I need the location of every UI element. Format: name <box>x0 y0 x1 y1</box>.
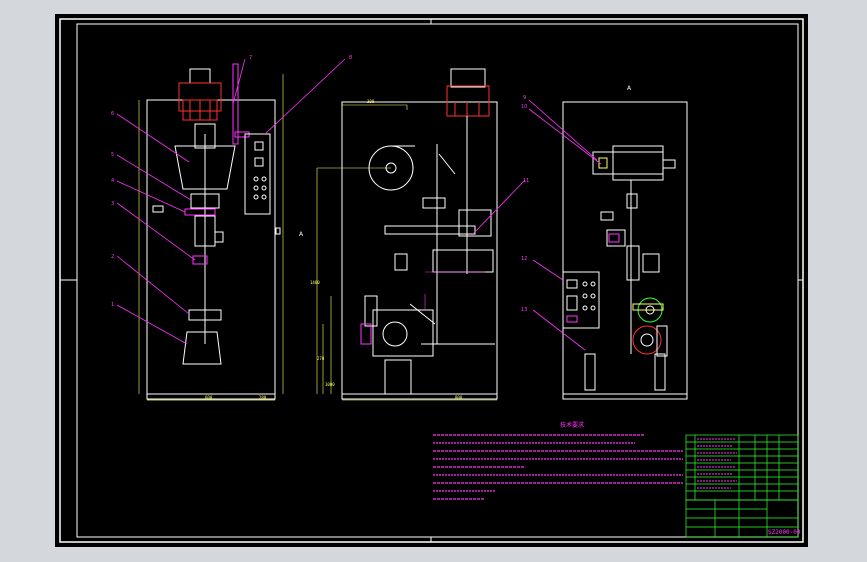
balloon-2: 2 <box>111 254 114 260</box>
svg-text:12: 12 <box>521 256 527 262</box>
svg-text:7: 7 <box>249 55 252 61</box>
notes-title: 技术要求 <box>560 421 584 429</box>
balloon-1: 1 <box>111 302 114 308</box>
cad-drawing: 600 280 A 300 1400 270 1000 800 A 1 2 3 … <box>59 18 804 543</box>
parts-list <box>685 434 799 501</box>
side-view: 300 1400 270 1000 800 <box>310 68 498 401</box>
balloon-10: 10 <box>521 104 527 110</box>
svg-text:2: 2 <box>111 254 114 260</box>
balloon-5: 5 <box>111 152 114 158</box>
svg-text:4: 4 <box>111 178 114 184</box>
front-leaders <box>116 58 346 345</box>
outer-border <box>59 18 804 543</box>
front-control-panel <box>244 133 271 215</box>
product-bag <box>182 331 222 365</box>
side-leaders <box>472 179 526 235</box>
technical-notes: 技术要求 <box>433 421 683 500</box>
side-cabinet <box>341 101 498 395</box>
drawing-sheet: 600 280 A 300 1400 270 1000 800 A 1 2 3 … <box>55 14 808 547</box>
drawing-number: SZ2000-00 <box>768 529 801 536</box>
view-a-leaders <box>528 99 602 351</box>
balloon-13: 13 <box>521 307 527 313</box>
svg-text:9: 9 <box>523 95 526 101</box>
hopper-cap <box>189 68 211 84</box>
svg-text:1: 1 <box>111 302 114 308</box>
svg-text:11: 11 <box>523 178 529 184</box>
balloon-7: 7 <box>249 55 252 61</box>
dim-side-top: 300 <box>367 99 375 104</box>
svg-text:10: 10 <box>521 104 527 110</box>
dim-side-left-small: 270 <box>317 356 325 361</box>
svg-text:13: 13 <box>521 307 527 313</box>
roller-assembly <box>592 151 614 175</box>
dim-side-height: 1400 <box>310 280 320 285</box>
svg-text:8: 8 <box>349 55 352 61</box>
svg-text:5: 5 <box>111 152 114 158</box>
center-label: A <box>299 231 304 238</box>
drive-gearbox <box>364 295 378 327</box>
balloon-11: 11 <box>523 178 529 184</box>
svg-text:6: 6 <box>111 111 114 117</box>
dim-front-width: 600 <box>205 395 213 400</box>
svg-text:3: 3 <box>111 201 114 207</box>
balloon-3: 3 <box>111 201 114 207</box>
front-cabinet <box>146 99 276 395</box>
balloon-12: 12 <box>521 256 527 262</box>
dim-front-right: 280 <box>259 395 267 400</box>
view-a: A <box>562 85 688 400</box>
balloon-6: 6 <box>111 111 114 117</box>
dim-side-bottom: 800 <box>455 395 463 400</box>
dim-side-left-big: 1000 <box>325 382 335 387</box>
front-view: 600 280 A <box>138 63 304 401</box>
parts-list-text <box>697 438 737 489</box>
balloon-8: 8 <box>349 55 352 61</box>
balloon-9: 9 <box>523 95 526 101</box>
balloon-4: 4 <box>111 178 114 184</box>
view-a-label: A <box>627 85 632 92</box>
